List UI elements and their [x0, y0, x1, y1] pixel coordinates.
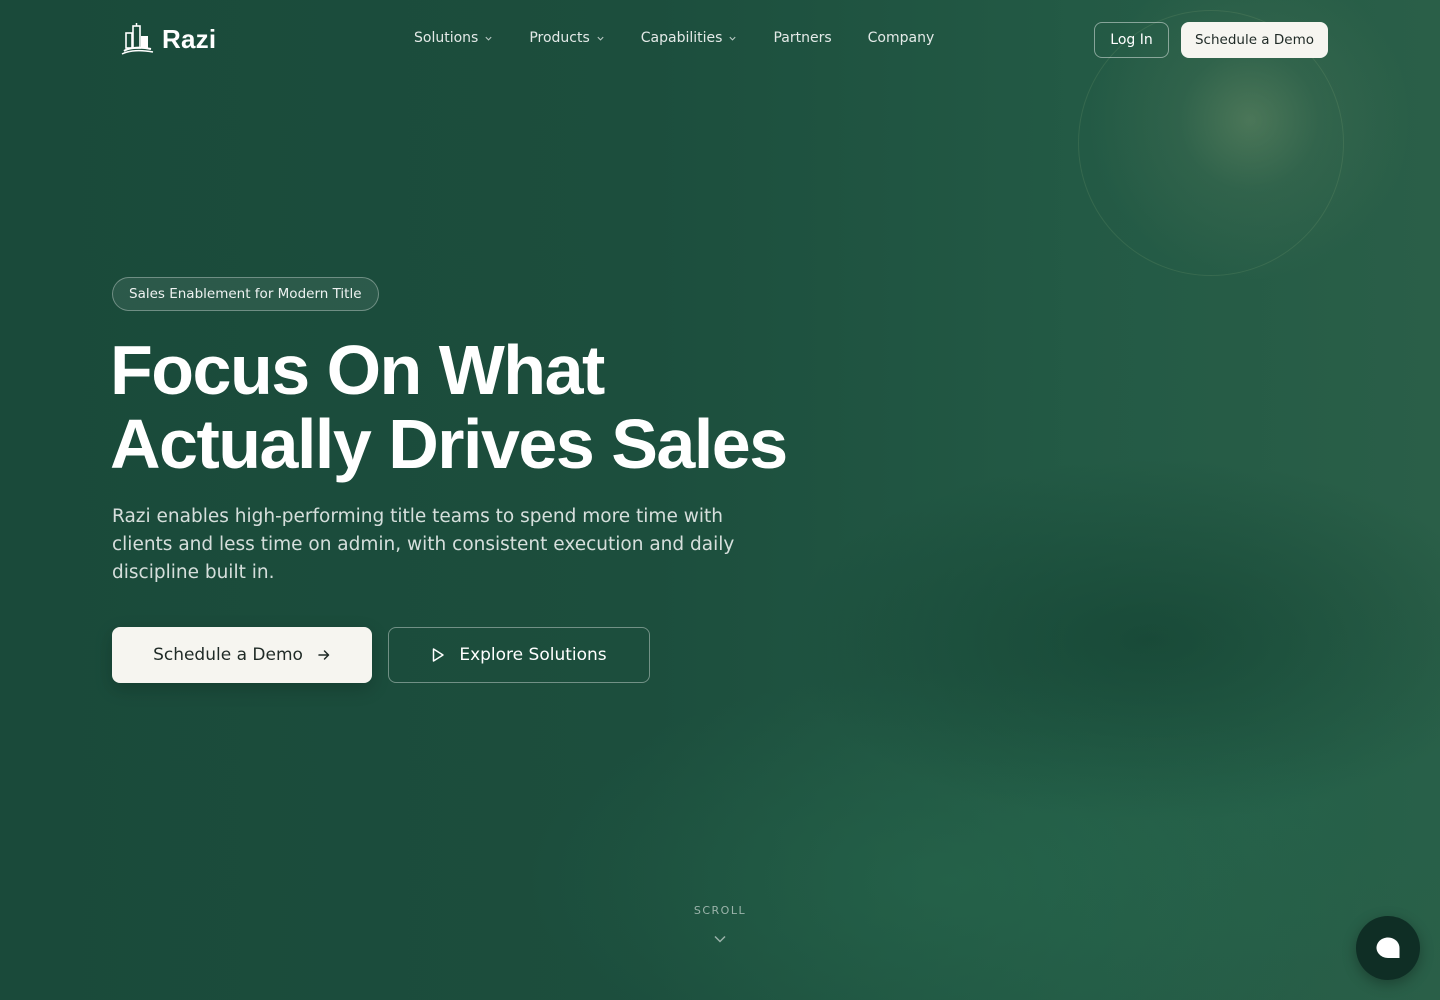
nav-item-company[interactable]: Company [868, 30, 935, 46]
hero-subtext: Razi enables high-performing title teams… [112, 506, 735, 583]
hero-badge: Sales Enablement for Modern Title [112, 277, 379, 311]
nav-item-label: Partners [773, 30, 832, 46]
top-navigation: Razi Solutions Products Capabilities Par… [0, 0, 1440, 80]
nav-item-products[interactable]: Products [529, 30, 604, 46]
play-icon [433, 648, 445, 662]
chat-bubble-icon [1376, 937, 1400, 958]
nav-item-label: Products [529, 30, 590, 46]
scroll-indicator-label: SCROLL [693, 904, 747, 917]
main-menu: Solutions Products Capabilities Partners… [414, 30, 934, 46]
headline-line-1: Focus On What [110, 331, 605, 409]
login-button[interactable]: Log In [1094, 22, 1169, 58]
nav-item-capabilities[interactable]: Capabilities [641, 30, 738, 46]
schedule-demo-label: Schedule a Demo [153, 645, 303, 665]
brand-name: Razi [162, 23, 217, 54]
nav-item-label: Solutions [414, 30, 479, 46]
explore-solutions-label: Explore Solutions [459, 645, 607, 665]
buildings-logo-icon [121, 23, 154, 55]
nav-item-label: Company [867, 30, 935, 46]
chat-launcher-button[interactable] [1356, 916, 1420, 980]
schedule-demo-button[interactable]: Schedule a Demo [112, 627, 372, 683]
brand-logo[interactable]: Razi [120, 22, 216, 56]
schedule-demo-nav-button[interactable]: Schedule a Demo [1181, 22, 1328, 58]
chevron-down-icon [485, 36, 492, 41]
chevron-down-icon [597, 36, 604, 41]
nav-item-label: Capabilities [640, 30, 723, 46]
nav-item-partners[interactable]: Partners [773, 30, 831, 46]
explore-solutions-button[interactable]: Explore Solutions [388, 627, 650, 683]
nav-item-solutions[interactable]: Solutions [414, 30, 493, 46]
chevron-down-icon[interactable] [713, 934, 727, 944]
chevron-down-icon [729, 36, 737, 41]
arrow-right-icon [318, 650, 330, 660]
hero-headline: Focus On What Actually Drives Sales [110, 333, 870, 481]
hero-background [0, 0, 1440, 1000]
headline-line-2: Actually Drives Sales [110, 405, 788, 483]
